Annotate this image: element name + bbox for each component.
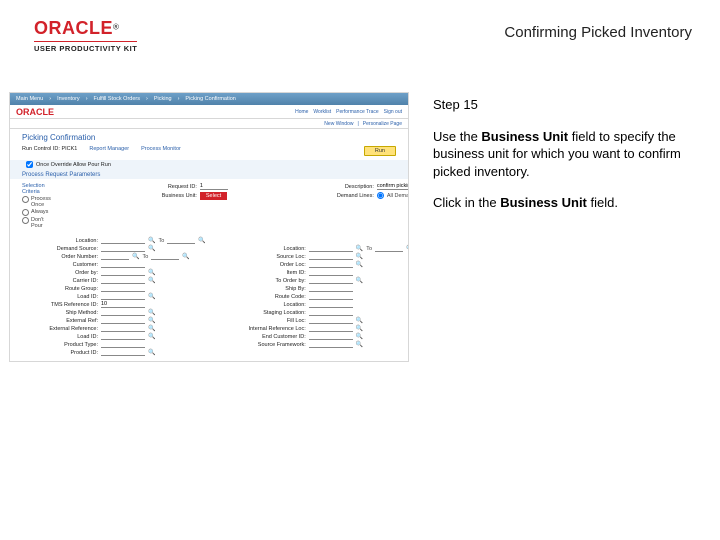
content-row: Main Menu› Inventory› Fulfill Stock Orde… [0,57,720,362]
brand-text: ORACLE [34,18,113,38]
instruction-paragraph-1: Use the Business Unit field to specify t… [433,128,683,181]
instruction-panel: Step 15 Use the Business Unit field to s… [433,92,683,362]
embedded-screenshot: Main Menu› Inventory› Fulfill Stock Orde… [9,92,409,362]
business-unit-field[interactable]: Select [200,192,227,200]
field-grid: Location:🔍To🔍 Demand Source:🔍 Order Numb… [22,237,396,356]
app-header: ORACLE Home Worklist Performance Trace S… [10,105,408,119]
oracle-logo: ORACLE® USER PRODUCTIVITY KIT [34,18,137,53]
selection-options: Selection Criteria Process Once Always D… [22,183,396,229]
run-control-row: Run Control ID: PICK1 Report Manager Pro… [10,144,408,160]
step-label: Step 15 [433,96,683,114]
request-id-input[interactable] [200,183,228,190]
run-button[interactable]: Run [364,146,396,156]
sub-bar: New Window|Personalize Page [10,119,408,129]
form-title: Picking Confirmation [10,129,408,144]
section-process-request: Process Request Parameters [10,171,408,179]
page-title: Confirming Picked Inventory [504,18,692,41]
instruction-paragraph-2: Click in the Business Unit field. [433,194,683,212]
nav-bar: Main Menu› Inventory› Fulfill Stock Orde… [10,93,408,105]
upk-subtitle: USER PRODUCTIVITY KIT [34,41,137,53]
header: ORACLE® USER PRODUCTIVITY KIT Confirming… [0,0,720,57]
